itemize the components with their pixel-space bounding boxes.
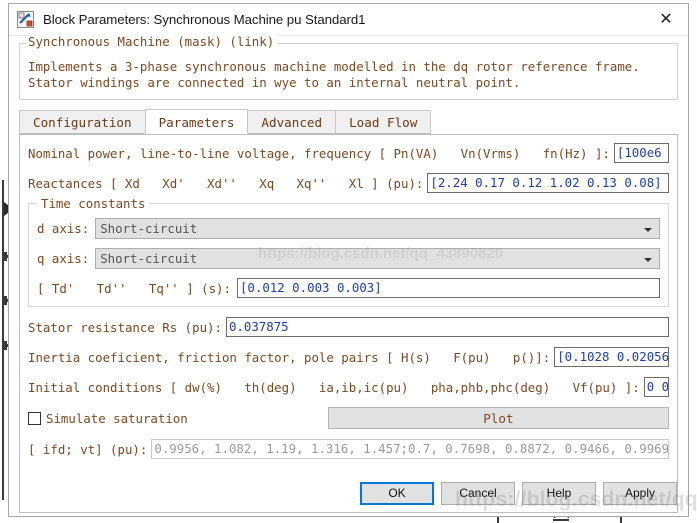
d-axis-label: d axis: [37,221,90,236]
row-nominal-power: Nominal power, line-to-line voltage, fre… [28,143,669,163]
initial-conditions-label: Initial conditions [ dw(%) th(deg) ia,ib… [28,379,640,395]
tab-parameters[interactable]: Parameters [144,109,249,134]
chevron-down-icon [644,228,652,232]
inertia-label: Inertia coeficient, friction factor, pol… [28,349,551,365]
reactances-label: Reactances [ Xd Xd' Xd'' Xq Xq'' Xl ] (p… [28,175,424,191]
plot-button[interactable]: Plot [327,407,669,429]
backdrop-tick [4,252,7,261]
ok-button[interactable]: OK [360,481,434,505]
chevron-down-icon [644,258,652,262]
initial-conditions-input[interactable]: 0 0 0 0 0 0 1 ] [643,377,669,397]
time-constants-legend: Time constants [37,196,150,211]
ok-button-label: OK [388,486,406,500]
tab-configuration[interactable]: Configuration [19,110,146,134]
reactances-input[interactable]: [2.24 0.17 0.12 1.02 0.13 0.08] [427,173,669,193]
q-axis-select[interactable]: Short-circuit [95,248,660,269]
row-inertia: Inertia coeficient, friction factor, pol… [28,347,669,367]
backdrop-line [2,180,4,500]
title-bar: Block Parameters: Synchronous Machine pu… [9,4,688,36]
row-d-axis: d axis: Short-circuit [37,218,660,239]
nominal-power-input[interactable]: [100e6 10.5e3 50] [613,143,669,163]
simulate-saturation-label: Simulate saturation [46,410,188,426]
backdrop-line [553,519,569,521]
row-ifd-vt: [ ifd; vt] (pu): 0.9956, 1.082, 1.19, 1.… [28,439,669,459]
tab-advanced[interactable]: Advanced [247,110,337,134]
backdrop-tick [4,341,7,350]
cancel-button[interactable]: Cancel [441,481,515,505]
q-axis-label: q axis: [37,251,90,266]
apply-button[interactable]: Apply [603,481,677,505]
description-text: Implements a 3-phase synchronous machine… [28,59,648,90]
row-initial-conditions: Initial conditions [ dw(%) th(deg) ia,ib… [28,377,669,397]
d-axis-value: Short-circuit [100,221,198,236]
td-constants-label: [ Td' Td'' Tq'' ] (s): [37,280,231,296]
d-axis-select[interactable]: Short-circuit [95,218,660,239]
stator-resistance-label: Stator resistance Rs (pu): [28,319,222,335]
parameters-panel: Nominal power, line-to-line voltage, fre… [19,134,678,513]
simulate-saturation-checkbox[interactable] [28,411,41,425]
stator-resistance-input[interactable]: 0.037875 [225,317,669,337]
tab-strip: Configuration Parameters Advanced Load F… [19,109,678,134]
dialog-button-bar: OK Cancel Help Apply [9,470,688,516]
row-td-constants: [ Td' Td'' Tq'' ] (s): [0.012 0.003 0.00… [37,278,660,298]
apply-button-label: Apply [624,486,656,500]
q-axis-value: Short-circuit [100,251,198,266]
row-q-axis: q axis: Short-circuit [37,248,660,269]
td-constants-input[interactable]: [0.012 0.003 0.003] [236,278,660,298]
ifd-vt-label: [ ifd; vt] (pu): [28,441,148,457]
block-parameters-dialog: Block Parameters: Synchronous Machine pu… [8,3,689,517]
tab-load-flow[interactable]: Load Flow [335,110,432,134]
ifd-vt-input[interactable]: 0.9956, 1.082, 1.19, 1.316, 1.457;0.7, 0… [151,439,669,459]
close-icon[interactable]: ✕ [644,4,688,34]
row-simulate-saturation: Simulate saturation Plot [28,407,669,429]
row-reactances: Reactances [ Xd Xd' Xd'' Xq Xq'' Xl ] (p… [28,173,669,193]
help-button[interactable]: Help [522,481,596,505]
cancel-button-label: Cancel [459,486,497,500]
backdrop-tick [4,296,7,305]
description-group: Synchronous Machine (mask) (link) Implem… [19,34,678,100]
simulink-block-icon [17,11,34,28]
description-legend: Synchronous Machine (mask) (link) [26,34,279,49]
nominal-power-label: Nominal power, line-to-line voltage, fre… [28,145,610,161]
dialog-title: Block Parameters: Synchronous Machine pu… [43,12,366,27]
time-constants-group: Time constants d axis: Short-circuit q a… [28,196,669,307]
inertia-input[interactable]: [0.1028 0.02056 2] [554,347,669,367]
row-stator-resistance: Stator resistance Rs (pu): 0.037875 [28,317,669,337]
help-button-label: Help [546,486,572,500]
